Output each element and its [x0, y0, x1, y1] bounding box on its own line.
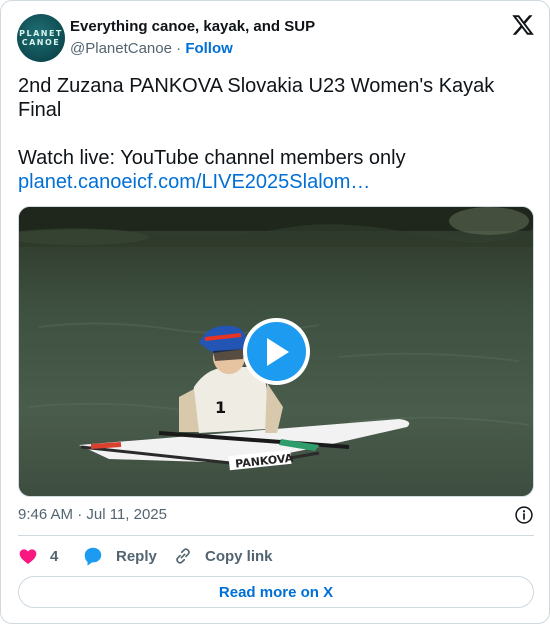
like-button[interactable]: 4 — [18, 543, 58, 569]
handle-separator: · — [176, 40, 182, 57]
info-icon[interactable] — [514, 505, 534, 525]
post-link[interactable]: planet.canoeicf.com/LIVE2025Slalom… — [18, 171, 370, 193]
action-bar: 4 Reply Copy link — [18, 543, 534, 569]
handle-row: @PlanetCanoe · Follow — [70, 39, 315, 59]
reply-bubble-icon — [84, 547, 102, 566]
post-text-line2: Watch live: YouTube channel members only — [18, 147, 406, 169]
copy-link-label: Copy link — [205, 547, 273, 565]
read-more-button[interactable]: Read more on X — [18, 576, 534, 608]
play-button-inner — [247, 322, 306, 381]
embedded-post-card: PLANET CANOE Everything canoe, kayak, an… — [0, 0, 550, 624]
video-thumbnail[interactable]: PANKOVA 1 — [18, 206, 534, 497]
like-count: 4 — [50, 547, 59, 565]
reply-button[interactable]: Reply — [82, 543, 157, 569]
avatar-text-line2: CANOE — [21, 38, 61, 47]
play-button[interactable] — [243, 318, 310, 385]
post-header: PLANET CANOE Everything canoe, kayak, an… — [17, 14, 535, 62]
x-logo-icon[interactable] — [511, 13, 535, 37]
heart-icon — [19, 549, 37, 564]
svg-text:1: 1 — [215, 398, 226, 417]
post-text: 2nd Zuzana PANKOVA Slovakia U23 Women's … — [18, 74, 534, 194]
post-text-line1: 2nd Zuzana PANKOVA Slovakia U23 Women's … — [18, 75, 495, 121]
read-more-label: Read more on X — [218, 583, 334, 601]
link-icon — [176, 548, 190, 564]
avatar-text-line1: PLANET — [19, 29, 63, 38]
follow-button[interactable]: Follow — [185, 40, 233, 57]
timestamp-row: 9:46 AM · Jul 11, 2025 — [18, 505, 534, 525]
reply-label: Reply — [116, 547, 157, 565]
author-display-name[interactable]: Everything canoe, kayak, and SUP — [70, 18, 315, 36]
author-info: Everything canoe, kayak, and SUP @Planet… — [70, 18, 315, 59]
copy-link-button[interactable]: Copy link — [173, 543, 273, 569]
author-handle[interactable]: @PlanetCanoe — [70, 40, 172, 57]
play-icon — [266, 337, 289, 366]
avatar[interactable]: PLANET CANOE — [17, 14, 65, 62]
divider — [18, 535, 534, 536]
post-timestamp[interactable]: 9:46 AM · Jul 11, 2025 — [18, 506, 167, 523]
